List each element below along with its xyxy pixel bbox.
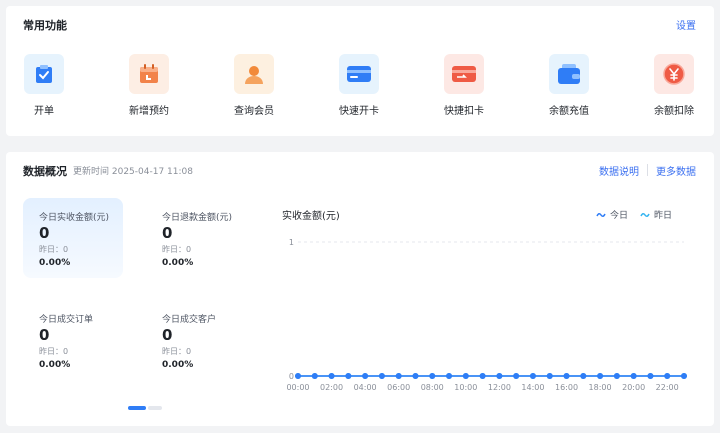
y-tick-label: 0 [289,372,294,381]
stat-percent: 0.00% [39,360,71,370]
data-point-today [580,373,587,379]
data-point-today [496,373,503,379]
wallet-icon [549,54,589,94]
feature-label: 新增预约 [129,106,169,117]
feature-label: 快捷扣卡 [444,106,484,117]
x-tick-label: 00:00 [286,383,309,392]
data-point-today [311,373,318,379]
x-tick-label: 18:00 [589,383,612,392]
data-point-today [412,373,419,379]
data-point-today [295,373,301,379]
data-point-today [630,373,637,379]
legend-yesterday-icon [640,212,650,217]
feature-quick-deduct-card[interactable]: 快捷扣卡 [434,54,494,117]
calendar-icon [129,54,169,94]
data-point-today [597,373,604,379]
data-point-today [429,373,436,379]
stat-value: 0 [39,326,50,344]
x-tick-label: 06:00 [387,383,410,392]
settings-link[interactable]: 设置 [676,17,696,32]
common-functions-card: 常用功能 设置 开单 新增预约 查询会员 快速开卡 快捷扣卡 余额充值 余额扣除 [6,6,714,136]
data-point-today [529,373,536,379]
stat-label: 今日退款金额(元) [162,213,233,223]
common-functions-title: 常用功能 [23,19,67,32]
stat-today-customers[interactable]: 今日成交客户 0 昨日：0 0.00% [146,300,246,380]
data-point-today [462,373,469,379]
more-data-link[interactable]: 更多数据 [656,163,696,178]
data-explain-link[interactable]: 数据说明 [599,163,639,178]
legend-today-icon [596,212,606,217]
x-tick-label: 20:00 [622,383,645,392]
data-point-today [328,373,335,379]
stat-label: 今日实收金额(元) [39,213,110,223]
data-point-today [395,373,402,379]
x-tick-label: 04:00 [354,383,377,392]
x-tick-label: 22:00 [656,383,679,392]
data-point-today [563,373,570,379]
feature-balance-recharge[interactable]: 余额充值 [539,54,599,117]
data-point-today [446,373,453,379]
feature-label: 余额扣除 [654,106,694,117]
x-tick-label: 16:00 [555,383,578,392]
data-point-today [513,373,520,379]
member-user-icon [234,54,274,94]
update-time: 更新时间 2025-04-17 11:08 [73,167,193,177]
chart-legend: 今日 昨日 [596,208,672,221]
stat-value: 0 [162,326,173,344]
revenue-line-chart: 0 1 00:00 02:00 04:00 06:00 08:00 10:00 12:00 14:… [286,238,687,392]
stat-yesterday: 昨日：0 [39,245,69,254]
carousel-dot[interactable] [148,406,162,410]
stat-today-refund[interactable]: 今日退款金额(元) 0 昨日：0 0.00% [146,198,246,278]
feature-new-appointment[interactable]: 新增预约 [119,54,179,117]
stat-today-orders[interactable]: 今日成交订单 0 昨日：0 0.00% [23,300,123,380]
stat-percent: 0.00% [162,360,194,370]
feature-quick-open-card[interactable]: 快速开卡 [329,54,389,117]
feature-label: 余额充值 [549,106,589,117]
data-point-today [664,373,671,379]
data-point-today [546,373,553,379]
yuan-coin-icon [654,54,694,94]
order-clipboard-icon [24,54,64,94]
stat-today-received[interactable]: 今日实收金额(元) 0 昨日：0 0.00% [23,198,123,278]
stat-value: 0 [39,224,50,242]
stat-yesterday: 昨日：0 [162,245,192,254]
data-point-today [345,373,352,379]
stat-label: 今日成交订单 [39,315,94,325]
legend-today-label[interactable]: 今日 [610,208,628,221]
data-overview-card: 数据概况 更新时间 2025-04-17 11:08 数据说明 更多数据 今日实… [6,152,714,426]
feature-open-order[interactable]: 开单 [14,54,74,117]
stat-label: 今日成交客户 [162,315,217,325]
data-point-today [362,373,369,379]
data-point-today [479,373,486,379]
x-tick-label: 12:00 [488,383,511,392]
x-tick-label: 14:00 [521,383,544,392]
legend-yesterday-label[interactable]: 昨日 [654,208,672,221]
feature-label: 开单 [34,106,54,117]
carousel-dot-active[interactable] [128,406,146,410]
data-point-today [647,373,654,379]
y-tick-label: 1 [289,238,294,247]
data-point-today [613,373,620,379]
stat-percent: 0.00% [39,258,71,268]
data-point-today [378,373,385,379]
stat-value: 0 [162,224,173,242]
x-tick-label: 10:00 [454,383,477,392]
data-point-today [681,373,687,379]
stat-percent: 0.00% [162,258,194,268]
feature-query-member[interactable]: 查询会员 [224,54,284,117]
feature-balance-deduct[interactable]: 余额扣除 [644,54,704,117]
card-icon [339,54,379,94]
feature-label: 查询会员 [234,106,274,117]
link-divider [647,164,648,176]
stat-yesterday: 昨日：0 [162,347,192,356]
data-overview-title: 数据概况 [23,165,67,178]
stat-yesterday: 昨日：0 [39,347,69,356]
deduct-card-icon [444,54,484,94]
feature-label: 快速开卡 [339,106,379,117]
x-tick-label: 08:00 [421,383,444,392]
x-tick-label: 02:00 [320,383,343,392]
chart-title: 实收金额(元) [282,211,340,222]
